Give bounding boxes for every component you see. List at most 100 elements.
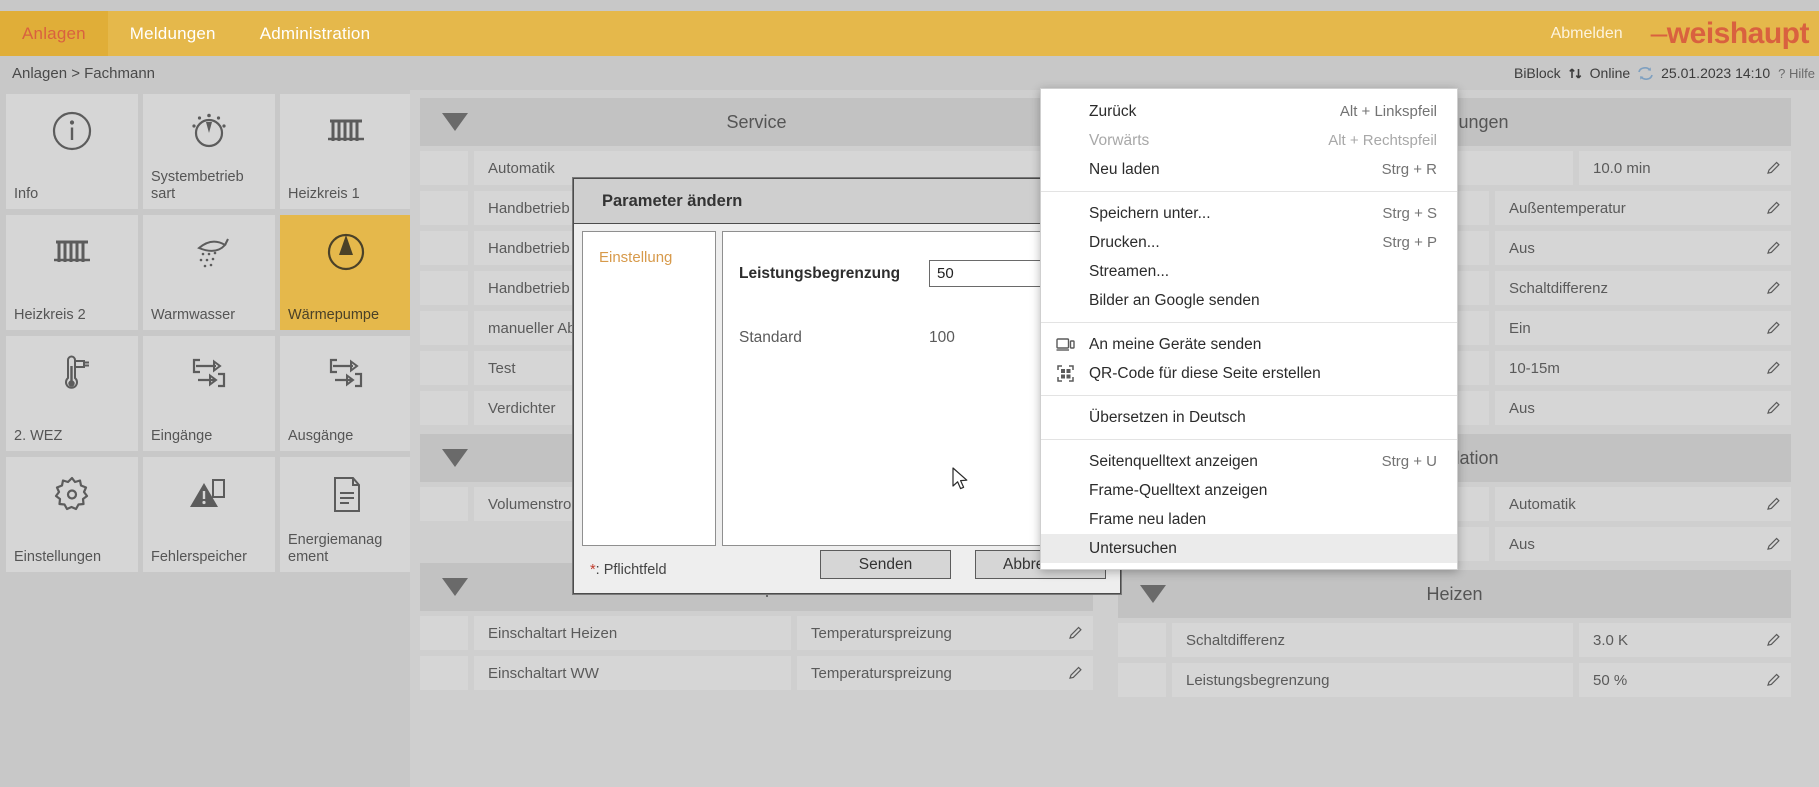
edit-pencil-icon[interactable] bbox=[1766, 281, 1781, 296]
table-row[interactable]: Einschaltart Heizen Temperaturspreizung bbox=[420, 616, 1093, 650]
row-handle[interactable] bbox=[420, 311, 468, 345]
row-handle[interactable] bbox=[420, 656, 468, 690]
edit-pencil-icon[interactable] bbox=[1766, 201, 1781, 216]
collapse-caret-icon[interactable] bbox=[1140, 585, 1166, 603]
edit-pencil-icon[interactable] bbox=[1766, 497, 1781, 512]
sidebar-item-heizkreis-1[interactable]: Heizkreis 1 bbox=[280, 94, 412, 209]
sidebar-item-heizkreis-2[interactable]: Heizkreis 2 bbox=[6, 215, 138, 330]
row-handle[interactable] bbox=[420, 151, 468, 185]
row-value: Temperaturspreizung bbox=[811, 665, 952, 682]
edit-pencil-icon[interactable] bbox=[1766, 673, 1781, 688]
logout-link[interactable]: Abmelden bbox=[1551, 25, 1651, 43]
sidebar-item-energiemanagement[interactable]: Energiemanag ement bbox=[280, 457, 412, 572]
row-handle[interactable] bbox=[420, 271, 468, 305]
shower-icon bbox=[143, 215, 275, 289]
row-handle[interactable] bbox=[420, 351, 468, 385]
row-handle[interactable] bbox=[1118, 623, 1166, 657]
row-handle[interactable] bbox=[420, 391, 468, 425]
cast-icon bbox=[1041, 337, 1089, 352]
edit-pencil-icon[interactable] bbox=[1766, 633, 1781, 648]
send-button[interactable]: Senden bbox=[820, 550, 951, 579]
window-top-strip bbox=[0, 0, 1819, 11]
system-mode-icon bbox=[143, 94, 275, 168]
row-value-cell[interactable]: 3.0 K bbox=[1579, 623, 1791, 657]
sidebar-item-info[interactable]: Info bbox=[6, 94, 138, 209]
row-handle[interactable] bbox=[420, 487, 468, 521]
row-value-cell[interactable]: Temperaturspreizung bbox=[797, 656, 1093, 690]
row-value-cell[interactable]: Außentemperatur bbox=[1495, 191, 1791, 225]
context-menu-item-frame-quelltext[interactable]: Frame-Quelltext anzeigen bbox=[1041, 476, 1457, 505]
context-menu-item-speichern-unter[interactable]: Speichern unter... Strg + S bbox=[1041, 199, 1457, 228]
context-menu-item-frame-neu-laden[interactable]: Frame neu laden bbox=[1041, 505, 1457, 534]
table-row[interactable]: Schaltdifferenz 3.0 K bbox=[1118, 623, 1791, 657]
context-menu-item-seitenquelltext[interactable]: Seitenquelltext anzeigen Strg + U bbox=[1041, 447, 1457, 476]
nav-item-meldungen[interactable]: Meldungen bbox=[108, 11, 238, 56]
edit-pencil-icon[interactable] bbox=[1068, 626, 1083, 641]
panel-header-heizen[interactable]: Heizen bbox=[1118, 570, 1791, 618]
row-value-cell[interactable]: Aus bbox=[1495, 391, 1791, 425]
row-handle[interactable] bbox=[420, 231, 468, 265]
dialog-footer: *: Pflichtfeld Senden Abbrechen bbox=[574, 546, 1120, 594]
outputs-icon bbox=[280, 336, 412, 410]
table-row[interactable]: Leistungsbegrenzung 50 % bbox=[1118, 663, 1791, 697]
sidebar-item-warmwasser[interactable]: Warmwasser bbox=[143, 215, 275, 330]
row-value-cell[interactable]: Schaltdifferenz bbox=[1495, 271, 1791, 305]
row-value-cell[interactable]: Temperaturspreizung bbox=[797, 616, 1093, 650]
context-menu-item-streamen[interactable]: Streamen... bbox=[1041, 257, 1457, 286]
context-menu-item-vorwaerts[interactable]: Vorwärts Alt + Rechtspfeil bbox=[1041, 126, 1457, 155]
sidebar-item-fehlerspeicher[interactable]: Fehlerspeicher bbox=[143, 457, 275, 572]
panel-title: Service bbox=[726, 112, 786, 133]
edit-pencil-icon[interactable] bbox=[1068, 666, 1083, 681]
sidebar-item-eingaenge[interactable]: Eingänge bbox=[143, 336, 275, 451]
row-handle[interactable] bbox=[1118, 663, 1166, 697]
row-value: 10-15m bbox=[1509, 360, 1560, 377]
edit-pencil-icon[interactable] bbox=[1766, 321, 1781, 336]
tab-einstellung[interactable]: Einstellung bbox=[583, 249, 715, 266]
row-value: Aus bbox=[1509, 400, 1535, 417]
nav-item-administration[interactable]: Administration bbox=[238, 11, 393, 56]
row-value-cell[interactable]: 50 % bbox=[1579, 663, 1791, 697]
context-menu-item-uebersetzen[interactable]: Übersetzen in Deutsch bbox=[1041, 403, 1457, 432]
sidebar-item-einstellungen[interactable]: Einstellungen bbox=[6, 457, 138, 572]
sidebar-item-label: Wärmepumpe bbox=[280, 307, 383, 324]
nav-item-anlagen[interactable]: Anlagen bbox=[0, 11, 108, 56]
row-handle[interactable] bbox=[420, 616, 468, 650]
sidebar-item-ausgaenge[interactable]: Ausgänge bbox=[280, 336, 412, 451]
row-value: Aus bbox=[1509, 240, 1535, 257]
context-menu-item-zurueck[interactable]: Zurück Alt + Linkspfeil bbox=[1041, 97, 1457, 126]
edit-pencil-icon[interactable] bbox=[1766, 241, 1781, 256]
edit-pencil-icon[interactable] bbox=[1766, 537, 1781, 552]
context-menu-item-an-meine-geraete-senden[interactable]: An meine Geräte senden bbox=[1041, 330, 1457, 359]
mouse-cursor bbox=[952, 467, 972, 493]
collapse-caret-icon[interactable] bbox=[442, 449, 468, 467]
row-value-cell[interactable]: Aus bbox=[1495, 231, 1791, 265]
context-menu-item-neu-laden[interactable]: Neu laden Strg + R bbox=[1041, 155, 1457, 184]
row-value-cell[interactable]: Aus bbox=[1495, 527, 1791, 561]
row-value: Automatik bbox=[1509, 496, 1576, 513]
edit-pencil-icon[interactable] bbox=[1766, 361, 1781, 376]
help-link[interactable]: ? Hilfe bbox=[1778, 66, 1819, 81]
menu-item-label: Vorwärts bbox=[1089, 132, 1328, 150]
sidebar-item-waermepumpe[interactable]: Wärmepumpe bbox=[280, 215, 412, 330]
row-handle[interactable] bbox=[420, 191, 468, 225]
context-menu-item-qr-code[interactable]: QR-Code für diese Seite erstellen bbox=[1041, 359, 1457, 388]
panel-header-service[interactable]: Service bbox=[420, 98, 1093, 146]
collapse-caret-icon[interactable] bbox=[442, 113, 468, 131]
row-value-cell[interactable]: 10-15m bbox=[1495, 351, 1791, 385]
collapse-caret-icon[interactable] bbox=[442, 578, 468, 596]
context-menu-item-untersuchen[interactable]: Untersuchen bbox=[1041, 534, 1457, 563]
row-value-cell[interactable]: Ein bbox=[1495, 311, 1791, 345]
inputs-icon bbox=[143, 336, 275, 410]
refresh-icon[interactable] bbox=[1637, 66, 1654, 81]
row-value-cell[interactable]: Automatik bbox=[1495, 487, 1791, 521]
qr-code-icon bbox=[1041, 365, 1089, 382]
edit-pencil-icon[interactable] bbox=[1766, 161, 1781, 176]
sidebar-item-2-wez[interactable]: 2. WEZ bbox=[6, 336, 138, 451]
context-menu-item-drucken[interactable]: Drucken... Strg + P bbox=[1041, 228, 1457, 257]
table-row[interactable]: Einschaltart WW Temperaturspreizung bbox=[420, 656, 1093, 690]
edit-pencil-icon[interactable] bbox=[1766, 401, 1781, 416]
row-value-cell[interactable]: 10.0 min bbox=[1579, 151, 1791, 185]
context-menu-item-bilder-an-google-senden[interactable]: Bilder an Google senden bbox=[1041, 286, 1457, 315]
sidebar-item-systembetriebsart[interactable]: Systembetrieb sart bbox=[143, 94, 275, 209]
panel-title: Heizen bbox=[1426, 584, 1482, 605]
